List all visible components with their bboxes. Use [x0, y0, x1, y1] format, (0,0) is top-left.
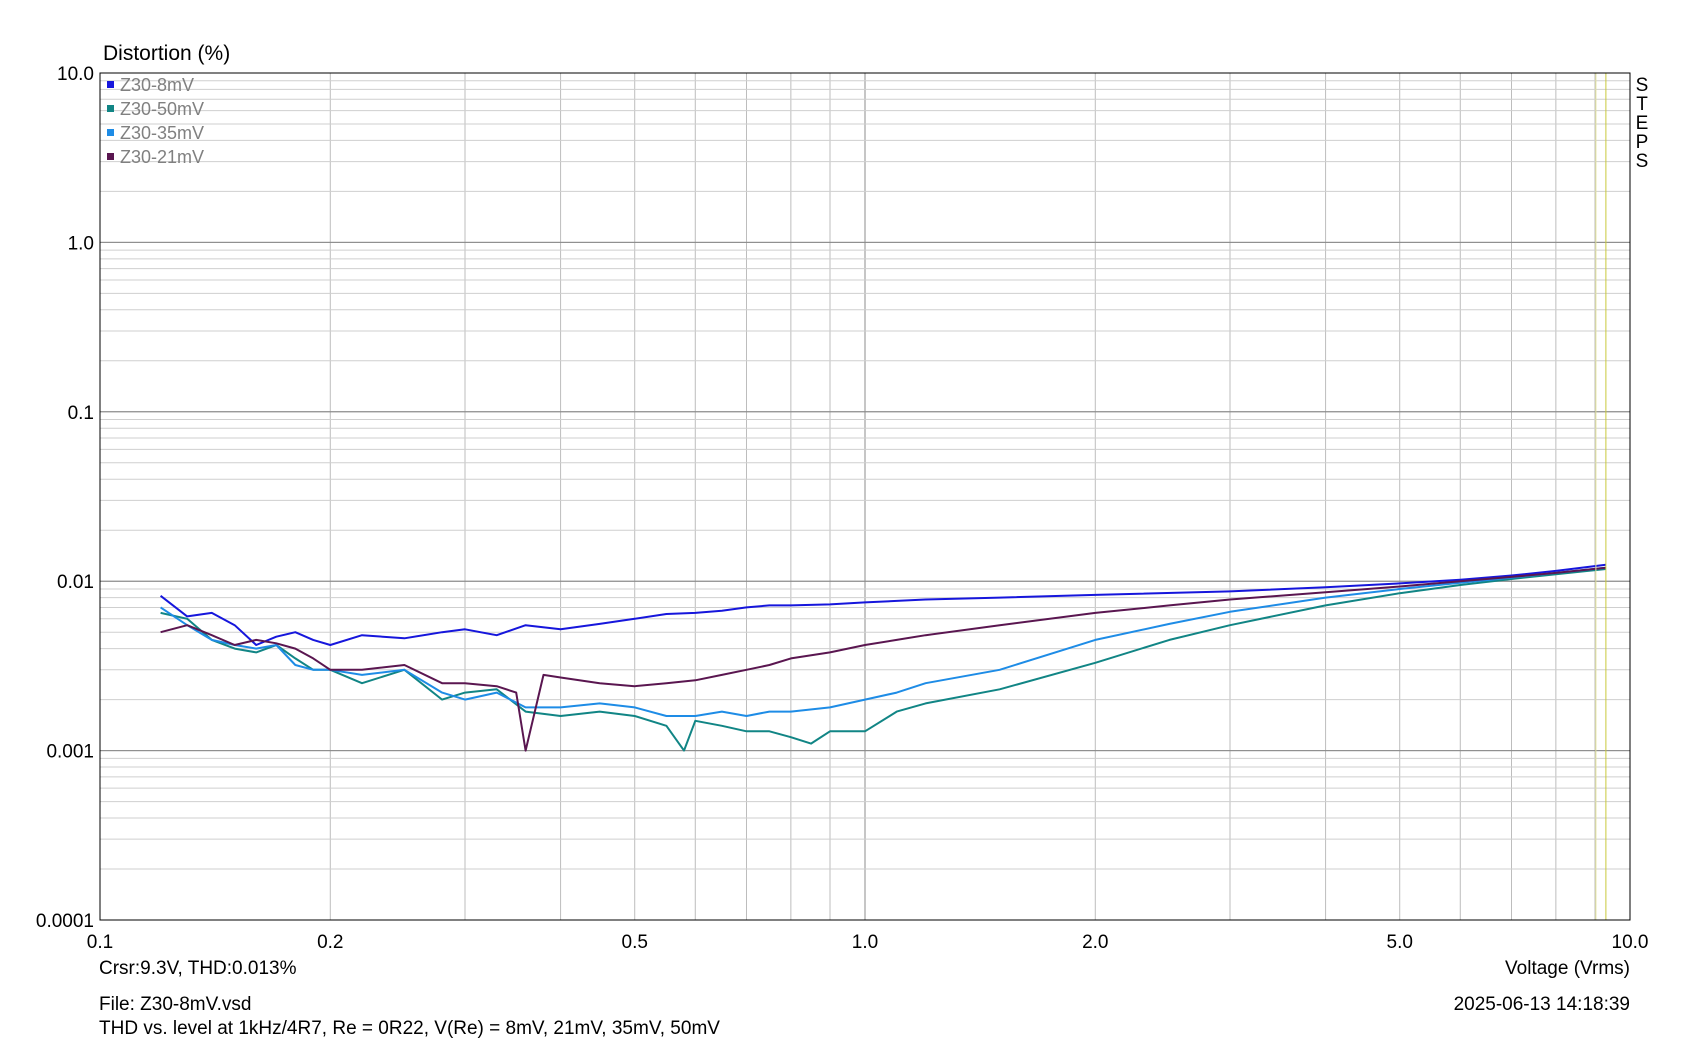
timestamp: 2025-06-13 14:18:39 — [1453, 994, 1630, 1015]
cursor — [1595, 73, 1607, 920]
x-tick-label: 0.1 — [87, 932, 113, 953]
y-tick-label: 0.001 — [46, 742, 94, 763]
series-line-Z30-8mV — [159, 563, 1607, 646]
legend-label: Z30-21mV — [120, 147, 204, 167]
legend-label: Z30-8mV — [120, 75, 194, 95]
legend-label: Z30-35mV — [120, 123, 204, 143]
legend-swatch — [107, 81, 114, 88]
y-tick-label: 0.0001 — [36, 911, 94, 932]
chart: Distortion (%) 0.0001 0.001 0.01 0.1 1.0 10.0… — [0, 0, 1707, 1038]
y-tick-label: 1.0 — [68, 233, 94, 254]
y-tick-label: 10.0 — [57, 64, 94, 85]
cursor-readout: Crsr:9.3V, THD:0.013% — [99, 958, 297, 979]
steps-letter: T — [1636, 94, 1648, 115]
y-tick-label: 0.01 — [57, 572, 94, 593]
file-name: File: Z30-8mV.vsd — [99, 994, 252, 1015]
series-line-Z30-50mV — [160, 568, 1607, 752]
chart-svg: Distortion (%) 0.0001 0.001 0.01 0.1 1.0 10.0… — [36, 42, 1649, 953]
x-axis-label: Voltage (Vrms) — [1505, 958, 1630, 979]
x-tick-label: 1.0 — [852, 932, 878, 953]
steps-label: STEPS — [1636, 75, 1649, 172]
legend-swatch — [107, 129, 114, 136]
series-lines — [159, 563, 1607, 752]
chart-title: Distortion (%) — [103, 42, 230, 65]
x-tick-label: 0.5 — [622, 932, 648, 953]
legend: Z30-8mV Z30-50mV Z30-35mV Z30-21mV — [107, 75, 204, 167]
x-tick-label: 0.2 — [317, 932, 343, 953]
steps-letter: S — [1636, 151, 1649, 172]
legend-swatch — [107, 153, 114, 160]
chart-description: THD vs. level at 1kHz/4R7, Re = 0R22, V(… — [99, 1018, 720, 1039]
legend-label: Z30-50mV — [120, 99, 204, 119]
steps-letter: S — [1636, 75, 1649, 96]
x-tick-labels: 0.1 0.2 0.5 1.0 2.0 5.0 10.0 — [87, 932, 1649, 953]
y-tick-label: 0.1 — [68, 403, 94, 424]
x-tick-label: 10.0 — [1612, 932, 1649, 953]
y-tick-labels: 0.0001 0.001 0.01 0.1 1.0 10.0 — [36, 64, 94, 932]
x-tick-label: 2.0 — [1082, 932, 1108, 953]
x-tick-label: 5.0 — [1387, 932, 1413, 953]
steps-letter: E — [1636, 113, 1649, 134]
legend-swatch — [107, 105, 114, 112]
grid — [100, 73, 1630, 920]
steps-letter: P — [1636, 132, 1649, 153]
